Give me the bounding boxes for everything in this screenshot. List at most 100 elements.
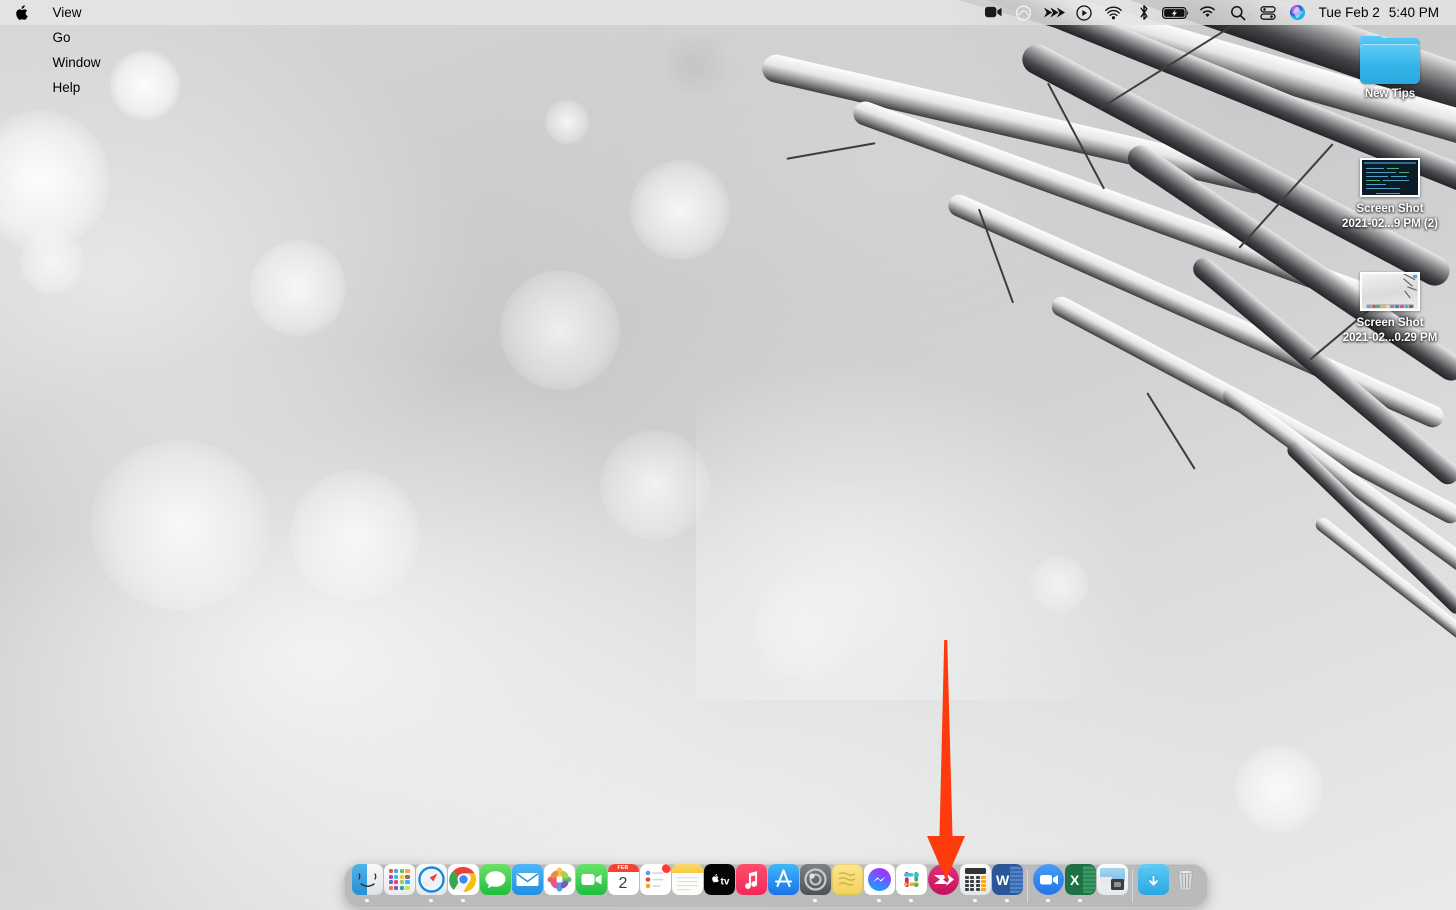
screenshot-thumbnail xyxy=(1360,272,1420,311)
dock-item-reminders[interactable] xyxy=(639,864,671,904)
stickies-icon[interactable] xyxy=(831,864,863,895)
menu-bar[interactable]: FinderFileEditViewGoWindowHelp xyxy=(0,0,1456,95)
messenger-icon[interactable] xyxy=(863,864,895,895)
excel-icon[interactable]: X xyxy=(1064,864,1096,895)
wifi-icon[interactable] xyxy=(1193,0,1223,25)
desktop-icon-label-line2: 2021-02...9 PM (2) xyxy=(1342,218,1438,230)
system-preferences-icon[interactable] xyxy=(799,864,831,895)
calendar-icon[interactable]: FEB 2 xyxy=(607,864,639,895)
fast-forward-icon[interactable] xyxy=(1039,0,1069,25)
apple-logo-icon xyxy=(16,4,28,20)
screenshot-thumbnail xyxy=(1360,158,1420,197)
app-running-indicator xyxy=(429,898,433,902)
safari-icon[interactable] xyxy=(415,864,447,895)
menu-item-view[interactable]: View xyxy=(42,0,111,25)
app-running-indicator xyxy=(653,899,657,903)
apple-menu-button[interactable] xyxy=(0,4,42,21)
chrome-icon[interactable] xyxy=(447,864,479,895)
menu-bar-clock[interactable]: Tue Feb 2 5:40 PM xyxy=(1313,5,1447,20)
dock-item-trash[interactable] xyxy=(1169,864,1201,904)
preview-icon[interactable] xyxy=(1096,864,1128,895)
dock-item-preview[interactable] xyxy=(1096,864,1128,904)
notification-badge xyxy=(660,864,671,874)
desktop-icon-label: New Tips xyxy=(1364,88,1416,100)
red-arrow-annotation xyxy=(908,640,984,880)
menu-bar-items[interactable]: FinderFileEditViewGoWindowHelp xyxy=(42,0,111,100)
dock-item-launchpad[interactable] xyxy=(383,864,415,904)
menu-bar-status-area[interactable]: Tue Feb 2 5:40 PM xyxy=(979,0,1447,25)
bluetooth-icon[interactable] xyxy=(1129,0,1159,25)
dock-item-safari[interactable] xyxy=(415,864,447,904)
dock-item-word[interactable]: W xyxy=(991,864,1023,904)
dock[interactable]: FEB 2 tv W X xyxy=(344,864,1208,908)
control-center-icon[interactable] xyxy=(1253,0,1283,25)
dock-item-photos[interactable] xyxy=(543,864,575,904)
folder-icon xyxy=(1360,36,1420,84)
svg-text:W: W xyxy=(996,872,1010,888)
screenshot-file-2[interactable]: Screen Shot 2021-02...0.29 PM xyxy=(1332,272,1448,346)
zoom-icon[interactable] xyxy=(1032,864,1064,895)
music-icon[interactable] xyxy=(735,864,767,895)
dock-item-chrome[interactable] xyxy=(447,864,479,904)
spotlight-search-icon[interactable] xyxy=(1223,0,1253,25)
desktop-icon-label-line1: Screen Shot xyxy=(1356,317,1424,329)
dock-item-system-preferences[interactable] xyxy=(799,864,831,904)
app-running-indicator xyxy=(909,898,913,902)
mail-icon[interactable] xyxy=(511,864,543,895)
dock-item-mail[interactable] xyxy=(511,864,543,904)
app-running-indicator xyxy=(525,899,529,903)
word-icon[interactable]: W xyxy=(991,864,1023,895)
dock-item-appstore[interactable] xyxy=(767,864,799,904)
creative-cloud-icon[interactable] xyxy=(1009,0,1039,25)
dock-item-excel[interactable]: X xyxy=(1064,864,1096,904)
app-running-indicator xyxy=(685,899,689,903)
reminders-icon[interactable] xyxy=(639,864,671,895)
launchpad-icon[interactable] xyxy=(383,864,415,895)
app-running-indicator xyxy=(749,899,753,903)
notes-icon[interactable] xyxy=(671,864,703,895)
app-running-indicator xyxy=(461,898,465,902)
menu-item-help[interactable]: Help xyxy=(42,75,111,100)
downloads-folder-icon[interactable] xyxy=(1137,864,1169,895)
app-running-indicator xyxy=(1110,899,1114,903)
menu-item-go[interactable]: Go xyxy=(42,25,111,50)
dock-item-music[interactable] xyxy=(735,864,767,904)
app-running-indicator xyxy=(845,899,849,903)
app-running-indicator xyxy=(493,899,497,903)
appstore-icon[interactable] xyxy=(767,864,799,895)
battery-charging-icon[interactable] xyxy=(1159,0,1193,25)
svg-text:X: X xyxy=(1070,872,1080,888)
dock-item-zoom[interactable] xyxy=(1032,864,1064,904)
dock-item-messages[interactable] xyxy=(479,864,511,904)
screenshot-file-1[interactable]: Screen Shot 2021-02...9 PM (2) xyxy=(1332,158,1448,232)
dock-item-notes[interactable] xyxy=(671,864,703,904)
calendar-month: FEB xyxy=(607,864,639,872)
dock-item-finder[interactable] xyxy=(351,864,383,904)
finder-icon[interactable] xyxy=(351,864,383,895)
dock-item-messenger[interactable] xyxy=(863,864,895,904)
airplay-audio-icon[interactable] xyxy=(1099,0,1129,25)
play-circle-icon[interactable] xyxy=(1069,0,1099,25)
siri-icon[interactable] xyxy=(1283,0,1313,25)
app-running-indicator xyxy=(557,899,561,903)
photos-icon[interactable] xyxy=(543,864,575,895)
app-running-indicator xyxy=(717,899,721,903)
dock-item-downloads-folder[interactable] xyxy=(1137,864,1169,904)
menu-item-window[interactable]: Window xyxy=(42,50,111,75)
zoom-meeting-icon[interactable] xyxy=(979,0,1009,25)
trash-icon[interactable] xyxy=(1170,864,1201,895)
desktop-icon-label-line2: 2021-02...0.29 PM xyxy=(1342,332,1438,344)
dock-item-facetime[interactable] xyxy=(575,864,607,904)
dock-item-stickies[interactable] xyxy=(831,864,863,904)
app-running-indicator xyxy=(397,899,401,903)
app-running-indicator xyxy=(1151,899,1155,903)
facetime-icon[interactable] xyxy=(575,864,607,895)
calendar-day: 2 xyxy=(618,874,628,892)
new-tips-folder[interactable]: New Tips xyxy=(1332,36,1448,102)
dock-item-calendar[interactable]: FEB 2 xyxy=(607,864,639,904)
appletv-icon[interactable]: tv xyxy=(703,864,735,895)
dock-item-appletv[interactable]: tv xyxy=(703,864,735,904)
app-running-indicator xyxy=(877,898,881,902)
messages-icon[interactable] xyxy=(479,864,511,895)
app-running-indicator xyxy=(941,899,945,903)
